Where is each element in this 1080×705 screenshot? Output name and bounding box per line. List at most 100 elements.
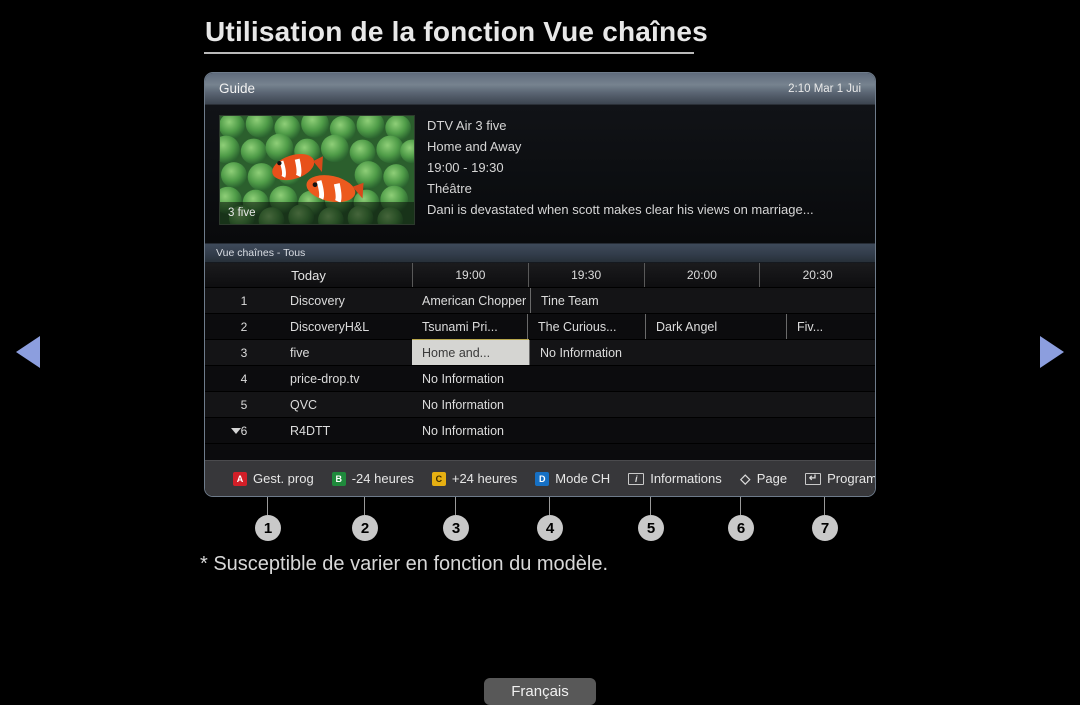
channel-number: 2 bbox=[205, 314, 283, 339]
callout-stem bbox=[455, 497, 456, 515]
program-cell[interactable]: American Chopper bbox=[412, 288, 530, 313]
preview-time: 19:00 - 19:30 bbox=[427, 160, 504, 175]
callout-stem bbox=[549, 497, 550, 515]
table-row[interactable]: 2 DiscoveryH&L Tsunami Pri... The Curious..… bbox=[205, 314, 875, 340]
program-cell[interactable]: Tine Team bbox=[530, 288, 872, 313]
channel-number: 4 bbox=[205, 366, 283, 391]
guide-action-label: Page bbox=[756, 471, 788, 486]
table-row[interactable]: 4 price-drop.tv No Information bbox=[205, 366, 875, 392]
guide-action-label: Programmer bbox=[827, 471, 876, 486]
program-cell[interactable]: The Curious... bbox=[527, 314, 645, 339]
guide-action-24-heures[interactable]: B -24 heures bbox=[331, 471, 414, 486]
footnote: * Susceptible de varier en fonction du m… bbox=[200, 553, 609, 575]
callout-number: 6 bbox=[728, 515, 754, 541]
guide-action-label: Gest. prog bbox=[253, 471, 314, 486]
guide-action-gest-prog[interactable]: A Gest. prog bbox=[233, 471, 314, 486]
callout-number: 4 bbox=[537, 515, 563, 541]
channel-name: QVC bbox=[290, 397, 318, 412]
channel-number-label: 3 bbox=[240, 345, 248, 360]
preview-genre: Théâtre bbox=[427, 181, 472, 196]
language-button[interactable]: Français bbox=[484, 678, 596, 705]
time-slot: 20:30 bbox=[759, 263, 875, 287]
channel-view-bar: Vue chaînes - Tous bbox=[205, 243, 875, 263]
guide-action-page[interactable]: ◇ Page bbox=[740, 470, 788, 487]
callout-stem bbox=[740, 497, 741, 515]
callout-number: 2 bbox=[352, 515, 378, 541]
program-cells: American Chopper Tine Team bbox=[412, 288, 875, 313]
callout-number: 3 bbox=[443, 515, 469, 541]
channel-number-label: 5 bbox=[240, 397, 248, 412]
guide-action-label: -24 heures bbox=[351, 471, 414, 486]
triangle-right-icon[interactable] bbox=[1040, 336, 1064, 368]
time-slot-list: 19:00 19:30 20:00 20:30 bbox=[412, 263, 875, 287]
program-cells: No Information bbox=[412, 418, 875, 443]
key-enter-icon: ↵ bbox=[805, 472, 822, 485]
time-slot: 19:00 bbox=[412, 263, 528, 287]
channel-number: 5 bbox=[205, 392, 283, 417]
callout-stem bbox=[650, 497, 651, 515]
guide-action-24-heures[interactable]: C +24 heures bbox=[431, 471, 518, 486]
callout-number: 5 bbox=[638, 515, 664, 541]
page-title: Utilisation de la fonction Vue chaînes bbox=[205, 16, 708, 47]
program-cells: No Information bbox=[412, 392, 875, 417]
table-row[interactable]: 5 QVC No Information bbox=[205, 392, 875, 418]
guide-action-informations[interactable]: i Informations bbox=[628, 471, 722, 486]
program-cell[interactable]: No Information bbox=[412, 392, 872, 417]
thumbnail-label: 3 five bbox=[220, 202, 414, 224]
channel-number-label: 6 bbox=[240, 423, 248, 438]
key-a-icon: A bbox=[233, 471, 247, 486]
program-grid: 1 Discovery American Chopper Tine Team 2 Disc… bbox=[205, 288, 875, 444]
table-row[interactable]: 3 five Home and... No Information bbox=[205, 339, 875, 366]
triangle-left-icon[interactable] bbox=[16, 336, 40, 368]
channel-number: 3 bbox=[205, 340, 283, 365]
guide-action-label: Mode CH bbox=[555, 471, 611, 486]
callout-stem bbox=[364, 497, 365, 515]
channel-number-label: 1 bbox=[240, 293, 248, 308]
callout-stem bbox=[267, 497, 268, 515]
guide-clock: 2:10 Mar 1 Jui bbox=[788, 82, 861, 95]
guide-action-mode-ch[interactable]: D Mode CH bbox=[535, 471, 610, 486]
key-page-icon: ◇ bbox=[740, 470, 751, 486]
channel-view-label: Vue chaînes - Tous bbox=[216, 247, 306, 259]
help-page: Utilisation de la fonction Vue chaînes G… bbox=[0, 0, 1080, 705]
program-cell[interactable]: Fiv... bbox=[786, 314, 872, 339]
preview-thumbnail: 3 five bbox=[219, 115, 415, 225]
preview-description: Dani is devastated when scott makes clea… bbox=[427, 202, 814, 217]
program-cell-selected[interactable]: Home and... bbox=[412, 339, 529, 365]
key-d-icon: D bbox=[535, 471, 550, 486]
callout-number: 1 bbox=[255, 515, 281, 541]
table-row[interactable]: 6 R4DTT No Information bbox=[205, 418, 875, 444]
channel-number: 1 bbox=[205, 288, 283, 313]
channel-name: five bbox=[290, 345, 310, 360]
time-slot: 20:00 bbox=[643, 263, 760, 287]
channel-name: price-drop.tv bbox=[290, 371, 360, 386]
key-info-icon: i bbox=[628, 472, 645, 485]
program-cell[interactable]: No Information bbox=[412, 418, 872, 443]
callout-number: 7 bbox=[812, 515, 838, 541]
program-cell[interactable]: No Information bbox=[529, 340, 872, 365]
channel-number: 6 bbox=[205, 418, 283, 443]
program-cell[interactable]: No Information bbox=[412, 366, 872, 391]
program-cells: Home and... No Information bbox=[412, 339, 875, 365]
table-row[interactable]: 1 Discovery American Chopper Tine Team bbox=[205, 288, 875, 314]
guide-action-label: +24 heures bbox=[451, 471, 518, 486]
guide-title: Guide bbox=[219, 81, 256, 96]
callout-markers: 1 2 3 4 5 6 7 bbox=[0, 497, 1080, 557]
program-cell[interactable]: Dark Angel bbox=[645, 314, 786, 339]
time-header-day: Today bbox=[291, 267, 326, 283]
program-cell[interactable]: Tsunami Pri... bbox=[412, 314, 527, 339]
guide-button-bar: A Gest. prog B -24 heures C +24 heures D Mode C… bbox=[205, 460, 875, 496]
program-preview: 3 five DTV Air 3 five Home and Away 19:0… bbox=[205, 105, 875, 243]
chevron-down-icon[interactable] bbox=[231, 427, 241, 434]
key-c-icon: C bbox=[431, 471, 446, 486]
title-underline bbox=[204, 52, 694, 54]
time-header-row: Today 19:00 19:30 20:00 20:30 bbox=[205, 263, 875, 288]
guide-action-programmer[interactable]: ↵ Programmer bbox=[805, 471, 876, 486]
channel-number-label: 4 bbox=[240, 371, 248, 386]
channel-number-label: 2 bbox=[240, 319, 248, 334]
preview-channel: DTV Air 3 five bbox=[427, 118, 507, 133]
callout-stem bbox=[824, 497, 825, 515]
channel-name: Discovery bbox=[290, 293, 345, 308]
channel-name: DiscoveryH&L bbox=[290, 319, 370, 334]
channel-name: R4DTT bbox=[290, 423, 331, 438]
